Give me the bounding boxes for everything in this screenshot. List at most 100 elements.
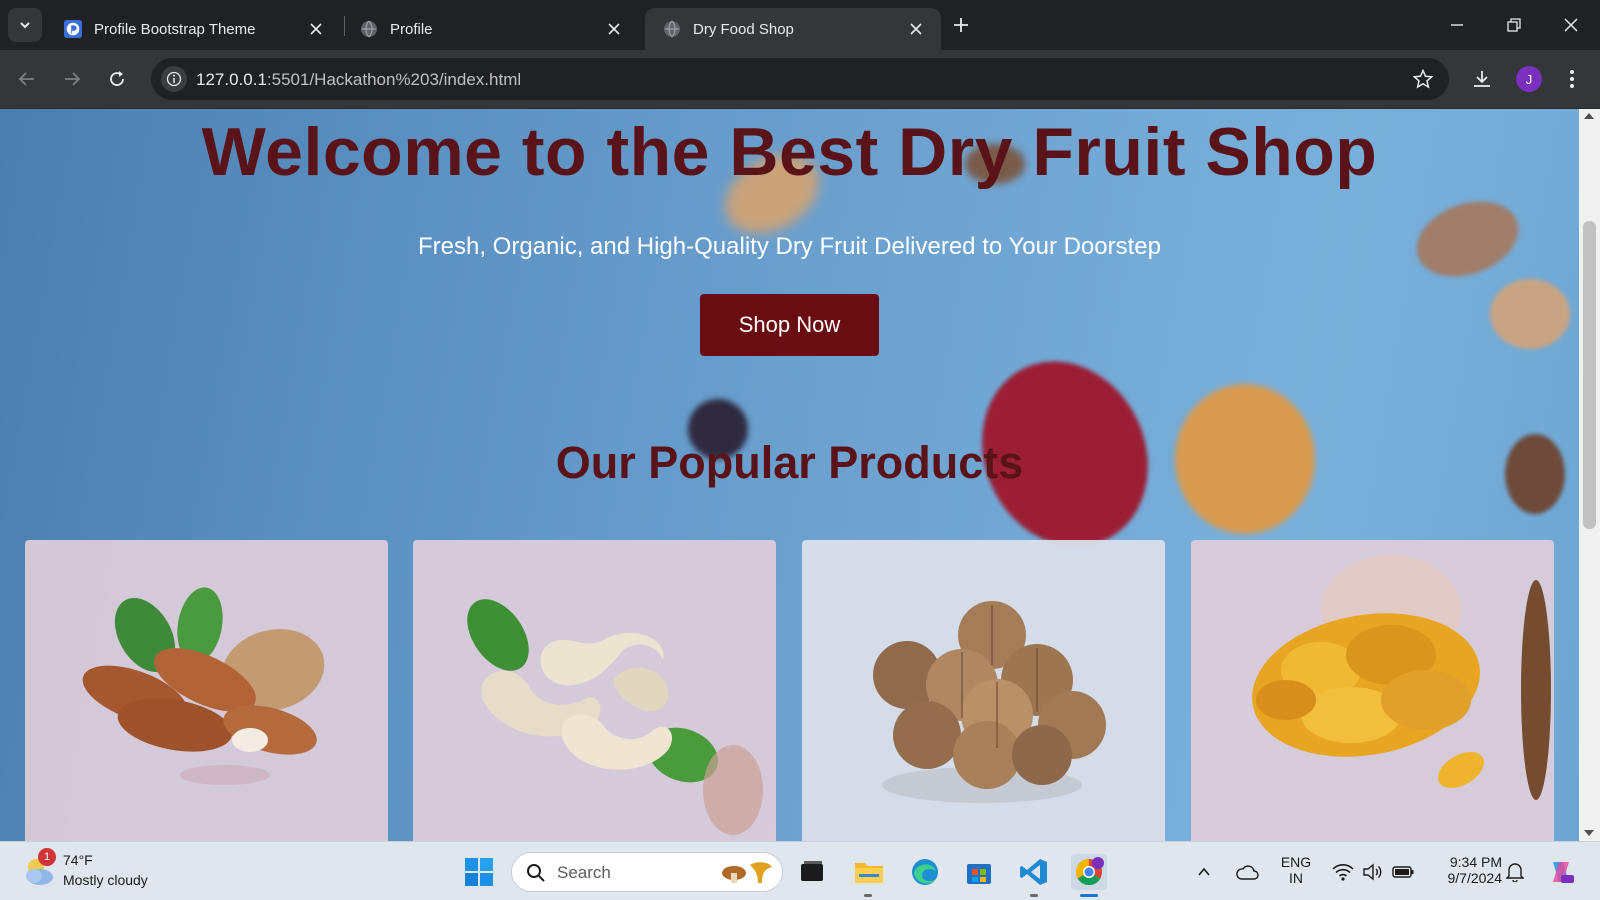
windows-logo-icon xyxy=(465,858,493,886)
tab-title: Profile Bootstrap Theme xyxy=(94,20,256,38)
hero-title: Welcome to the Best Dry Fruit Shop xyxy=(201,114,1378,190)
chevron-down-icon xyxy=(20,22,30,29)
forward-button[interactable] xyxy=(56,63,88,95)
close-icon xyxy=(1564,18,1578,32)
onedrive-button[interactable] xyxy=(1232,854,1262,890)
arrow-right-icon xyxy=(65,72,81,86)
hero-subtitle: Fresh, Organic, and High-Quality Dry Fru… xyxy=(418,233,1161,260)
copilot-icon xyxy=(1553,862,1574,883)
raisins-image xyxy=(1252,555,1551,800)
almonds-image xyxy=(82,587,325,785)
language-indicator[interactable]: ENG IN xyxy=(1278,854,1314,886)
menu-button[interactable] xyxy=(1556,63,1588,95)
scroll-down-arrow-icon[interactable] xyxy=(1584,830,1594,836)
weather-temperature: 74°F xyxy=(63,852,93,868)
search-icon xyxy=(527,864,545,882)
arrow-left-icon xyxy=(18,72,34,86)
url-host: 127.0.0.1 xyxy=(196,70,267,89)
product-card[interactable] xyxy=(802,540,1165,841)
vscode-button[interactable] xyxy=(1016,854,1052,890)
tab-dry-food-shop[interactable]: Dry Food Shop xyxy=(645,8,941,50)
edge-browser-icon xyxy=(912,859,938,885)
site-info-icon[interactable] xyxy=(161,66,187,92)
url-path: :5501/Hackathon%203/index.html xyxy=(266,70,522,89)
clock-time: 9:34 PM xyxy=(1449,854,1502,870)
reload-button[interactable] xyxy=(101,63,133,95)
tab-search-button[interactable] xyxy=(8,8,42,42)
notifications-button[interactable] xyxy=(1500,854,1530,890)
reload-icon xyxy=(110,71,124,86)
kebab-menu-icon xyxy=(1570,70,1574,88)
product-card[interactable] xyxy=(413,540,776,841)
task-view-icon xyxy=(801,861,823,881)
restore-icon xyxy=(1507,18,1521,32)
close-icon[interactable] xyxy=(905,18,927,40)
scroll-up-arrow-icon[interactable] xyxy=(1584,113,1594,119)
tab-profile[interactable]: Profile xyxy=(342,8,639,50)
file-explorer-button[interactable] xyxy=(851,854,887,890)
battery-button[interactable] xyxy=(1388,854,1418,890)
store-icon xyxy=(967,864,991,884)
cashews-image xyxy=(467,599,763,835)
product-card[interactable] xyxy=(1191,540,1554,841)
task-view-button[interactable] xyxy=(794,854,830,890)
edge-button[interactable] xyxy=(907,854,943,890)
close-icon[interactable] xyxy=(603,18,625,40)
profile-avatar[interactable]: J xyxy=(1516,66,1542,92)
wifi-icon xyxy=(1332,864,1354,881)
close-icon[interactable] xyxy=(305,18,327,40)
back-button[interactable] xyxy=(11,63,43,95)
tab-title: Dry Food Shop xyxy=(693,20,794,38)
minimize-button[interactable] xyxy=(1437,7,1477,43)
page-scrollbar[interactable] xyxy=(1579,109,1600,841)
vscode-icon xyxy=(1020,859,1047,885)
active-indicator xyxy=(1080,894,1098,897)
background-fruit-piece xyxy=(1490,279,1570,349)
copilot-button[interactable] xyxy=(1544,854,1578,890)
volume-button[interactable] xyxy=(1358,854,1388,890)
globe-icon xyxy=(663,20,681,38)
chrome-button[interactable] xyxy=(1071,854,1107,890)
windows-taskbar: 1 74°F Mostly cloudy Search ENG IN 9:34 … xyxy=(0,841,1600,900)
clock-date: 9/7/2024 xyxy=(1447,870,1503,886)
address-bar[interactable]: 127.0.0.1:5501/Hackathon%203/index.html xyxy=(151,58,1449,100)
folder-icon xyxy=(855,863,883,883)
clock[interactable]: 9:34 PM 9/7/2024 xyxy=(1426,854,1503,886)
scrollbar-thumb[interactable] xyxy=(1583,221,1596,529)
battery-icon xyxy=(1392,866,1414,878)
bookmark-star-icon[interactable] xyxy=(1411,67,1435,91)
search-placeholder: Search xyxy=(557,863,611,882)
weather-alert-badge: 1 xyxy=(38,848,56,866)
product-card[interactable] xyxy=(25,540,388,841)
microsoft-store-button[interactable] xyxy=(961,854,997,890)
start-button[interactable] xyxy=(461,854,497,890)
download-button[interactable] xyxy=(1466,63,1498,95)
wifi-button[interactable] xyxy=(1328,854,1358,890)
restore-button[interactable] xyxy=(1494,7,1534,43)
bootstrap-p-icon xyxy=(64,20,82,38)
speaker-icon xyxy=(1363,863,1382,881)
mushroom-highlight-icon xyxy=(722,862,772,883)
tab-profile-bootstrap[interactable]: Profile Bootstrap Theme xyxy=(46,8,341,50)
show-hidden-icons-button[interactable] xyxy=(1191,854,1217,890)
bell-icon xyxy=(1506,863,1524,882)
chevron-up-icon xyxy=(1198,867,1210,876)
weather-description: Mostly cloudy xyxy=(63,872,148,888)
globe-icon xyxy=(360,20,378,38)
close-window-button[interactable] xyxy=(1551,7,1591,43)
tab-title: Profile xyxy=(390,20,433,38)
new-tab-button[interactable] xyxy=(948,12,974,38)
running-indicator xyxy=(864,894,872,897)
region-code: IN xyxy=(1289,870,1303,886)
minimize-icon xyxy=(1451,24,1463,26)
plus-icon xyxy=(954,18,968,32)
taskbar-search[interactable]: Search xyxy=(511,852,783,892)
tab-strip: Profile Bootstrap Theme Profile Dry Food… xyxy=(0,0,1600,50)
download-icon xyxy=(1474,71,1490,87)
running-indicator xyxy=(1030,894,1038,897)
walnuts-image xyxy=(873,601,1106,803)
shop-now-button[interactable]: Shop Now xyxy=(700,294,879,356)
section-title: Our Popular Products xyxy=(555,437,1024,488)
chrome-icon xyxy=(1075,857,1104,886)
url-text[interactable]: 127.0.0.1:5501/Hackathon%203/index.html xyxy=(196,70,521,90)
